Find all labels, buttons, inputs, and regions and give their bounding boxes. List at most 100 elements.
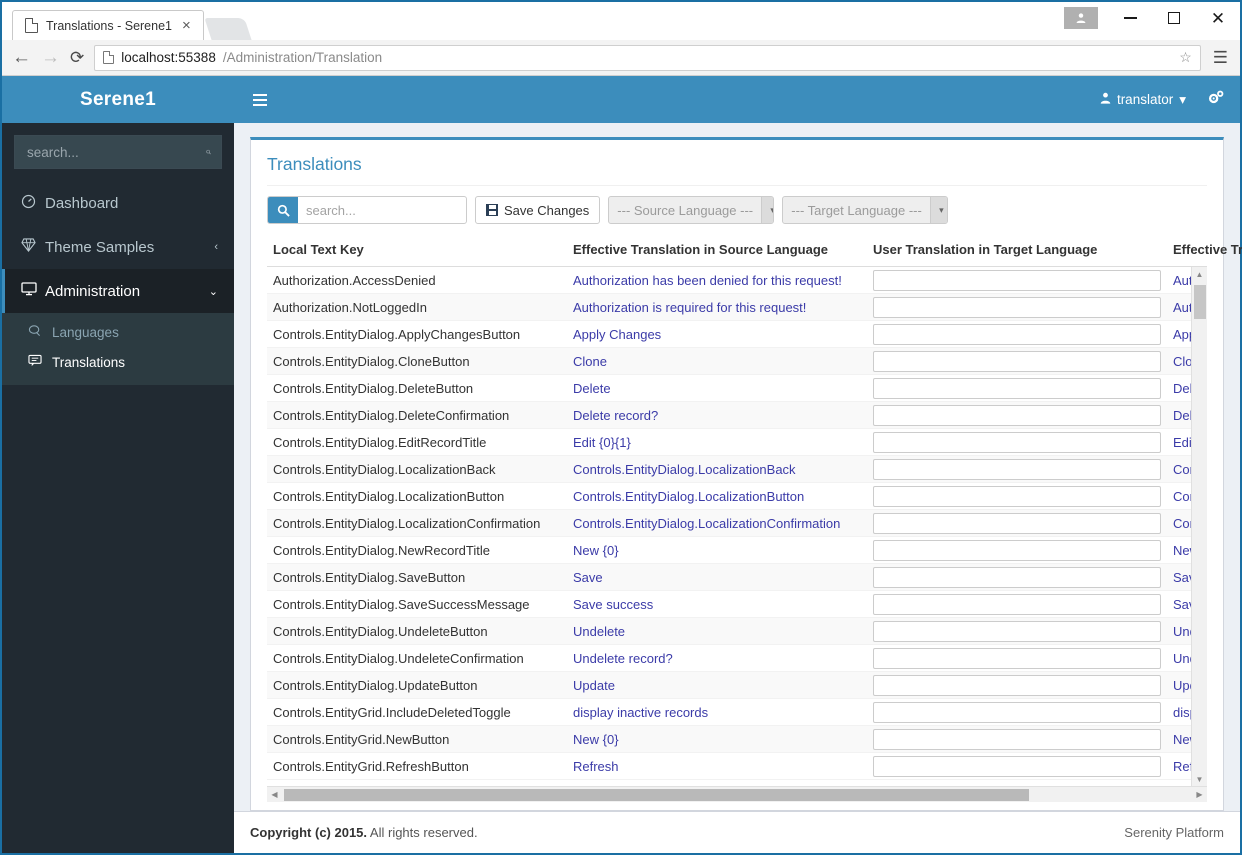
table-row[interactable]: Controls.EntityDialog.LocalizationConfir… xyxy=(267,510,1207,537)
user-translation-input[interactable] xyxy=(873,404,1161,426)
cell-user-translation[interactable] xyxy=(867,323,1167,345)
browser-tab-translations[interactable]: Translations - Serene1 × xyxy=(12,10,204,40)
cell-user-translation[interactable] xyxy=(867,566,1167,588)
user-translation-input[interactable] xyxy=(873,458,1161,480)
cell-user-translation[interactable] xyxy=(867,593,1167,615)
cell-user-translation[interactable] xyxy=(867,728,1167,750)
url-input[interactable]: localhost:55388/Administration/Translati… xyxy=(94,44,1201,71)
table-row[interactable]: Controls.EntityGrid.RefreshButton Refresh… xyxy=(267,753,1207,780)
table-row[interactable]: Controls.EntityDialog.LocalizationButton… xyxy=(267,483,1207,510)
user-translation-input[interactable] xyxy=(873,620,1161,642)
quick-search-box[interactable] xyxy=(267,196,467,224)
scroll-up-icon[interactable]: ▲ xyxy=(1196,267,1204,281)
user-translation-input[interactable] xyxy=(873,539,1161,561)
tab-close-icon[interactable]: × xyxy=(180,18,193,33)
vscroll-track[interactable] xyxy=(1192,281,1207,772)
user-translation-input[interactable] xyxy=(873,701,1161,723)
sidebar-toggle-icon[interactable] xyxy=(250,91,270,109)
column-header-effective-target[interactable]: Effective Translation in Target Language xyxy=(1167,234,1242,266)
table-row[interactable]: Controls.EntityDialog.DeleteConfirmation… xyxy=(267,402,1207,429)
user-translation-input[interactable] xyxy=(873,512,1161,534)
user-translation-input[interactable] xyxy=(873,728,1161,750)
bookmark-star-icon[interactable]: ☆ xyxy=(1179,49,1192,66)
cell-user-translation[interactable] xyxy=(867,458,1167,480)
sidebar-search-input[interactable] xyxy=(25,143,206,161)
vscroll-thumb[interactable] xyxy=(1194,285,1206,319)
sidebar-search-box[interactable] xyxy=(14,135,222,169)
save-changes-button[interactable]: Save Changes xyxy=(475,196,601,224)
back-icon[interactable]: ← xyxy=(12,48,31,67)
sidebar-item-administration[interactable]: Administration ⌄ xyxy=(2,269,234,313)
brand-logo[interactable]: Serene1 xyxy=(2,76,234,123)
table-row[interactable]: Controls.EntityDialog.NewRecordTitle New … xyxy=(267,537,1207,564)
browser-menu-icon[interactable]: ☰ xyxy=(1211,48,1230,68)
cell-user-translation[interactable] xyxy=(867,404,1167,426)
table-row[interactable]: Controls.EntityDialog.UpdateButton Update… xyxy=(267,672,1207,699)
window-minimize-button[interactable] xyxy=(1108,3,1152,33)
source-language-select[interactable]: --- Source Language --- ▾ xyxy=(608,196,775,224)
user-translation-input[interactable] xyxy=(873,350,1161,372)
search-icon[interactable] xyxy=(268,197,298,223)
user-translation-input[interactable] xyxy=(873,269,1161,291)
hscroll-thumb[interactable] xyxy=(284,789,1029,801)
user-translation-input[interactable] xyxy=(873,593,1161,615)
window-close-button[interactable]: ✕ xyxy=(1196,3,1240,33)
user-translation-input[interactable] xyxy=(873,566,1161,588)
table-row[interactable]: Controls.EntityDialog.DeleteButton Delete… xyxy=(267,375,1207,402)
cell-user-translation[interactable] xyxy=(867,755,1167,777)
cell-user-translation[interactable] xyxy=(867,377,1167,399)
user-translation-input[interactable] xyxy=(873,674,1161,696)
cell-user-translation[interactable] xyxy=(867,350,1167,372)
cell-user-translation[interactable] xyxy=(867,512,1167,534)
cell-user-translation[interactable] xyxy=(867,701,1167,723)
scroll-down-icon[interactable]: ▼ xyxy=(1196,772,1204,786)
sidebar-item-theme-samples[interactable]: Theme Samples ‹ xyxy=(2,225,234,269)
sidebar-item-languages[interactable]: Languages xyxy=(2,317,234,347)
cell-user-translation[interactable] xyxy=(867,296,1167,318)
user-translation-input[interactable] xyxy=(873,296,1161,318)
search-icon[interactable] xyxy=(206,145,211,159)
user-translation-input[interactable] xyxy=(873,755,1161,777)
settings-gears-icon[interactable] xyxy=(1208,90,1224,109)
new-tab-button[interactable] xyxy=(204,18,252,40)
table-row[interactable]: Controls.EntityDialog.LocalizationBack Co… xyxy=(267,456,1207,483)
sidebar-item-translations[interactable]: Translations xyxy=(2,347,234,377)
cell-user-translation[interactable] xyxy=(867,269,1167,291)
scroll-left-icon[interactable]: ◀ xyxy=(267,790,282,799)
user-translation-input[interactable] xyxy=(873,647,1161,669)
table-row[interactable]: Controls.EntityDialog.CloneButton Clone Cl… xyxy=(267,348,1207,375)
table-row[interactable]: Controls.EntityDialog.SaveButton Save Save xyxy=(267,564,1207,591)
table-row[interactable]: Controls.EntityGrid.NewButton New {0} New … xyxy=(267,726,1207,753)
reload-icon[interactable]: ⟳ xyxy=(70,49,84,66)
table-row[interactable]: Authorization.AccessDenied Authorization … xyxy=(267,267,1207,294)
profile-button[interactable] xyxy=(1064,7,1098,29)
chevron-down-icon[interactable]: ▾ xyxy=(929,197,948,223)
table-row[interactable]: Controls.EntityDialog.SaveSuccessMessage… xyxy=(267,591,1207,618)
user-translation-input[interactable] xyxy=(873,323,1161,345)
cell-user-translation[interactable] xyxy=(867,647,1167,669)
table-row[interactable]: Controls.EntityDialog.UndeleteButton Unde… xyxy=(267,618,1207,645)
hscroll-track[interactable] xyxy=(282,787,1192,802)
chevron-down-icon[interactable]: ▾ xyxy=(761,197,774,223)
user-menu-dropdown[interactable]: translator ▾ xyxy=(1100,92,1186,108)
user-translation-input[interactable] xyxy=(873,377,1161,399)
column-header-effective-source[interactable]: Effective Translation in Source Language xyxy=(567,234,867,266)
cell-user-translation[interactable] xyxy=(867,674,1167,696)
grid-vertical-scrollbar[interactable]: ▲ ▼ xyxy=(1191,267,1207,786)
grid-horizontal-scrollbar[interactable]: ◀ ▶ xyxy=(267,786,1207,802)
user-translation-input[interactable] xyxy=(873,431,1161,453)
cell-user-translation[interactable] xyxy=(867,431,1167,453)
column-header-local-text-key[interactable]: Local Text Key xyxy=(267,234,567,266)
sidebar-item-dashboard[interactable]: Dashboard xyxy=(2,181,234,225)
table-row[interactable]: Controls.EntityDialog.EditRecordTitle Edi… xyxy=(267,429,1207,456)
table-row[interactable]: Controls.EntityDialog.ApplyChangesButton… xyxy=(267,321,1207,348)
cell-user-translation[interactable] xyxy=(867,620,1167,642)
forward-icon[interactable]: → xyxy=(41,48,60,67)
target-language-select[interactable]: --- Target Language --- ▾ xyxy=(782,196,949,224)
user-translation-input[interactable] xyxy=(873,485,1161,507)
table-row[interactable]: Controls.EntityGrid.IncludeDeletedToggle… xyxy=(267,699,1207,726)
grid-search-input[interactable] xyxy=(298,202,466,218)
table-row[interactable]: Authorization.NotLoggedIn Authorization i… xyxy=(267,294,1207,321)
column-header-user-target[interactable]: User Translation in Target Language xyxy=(867,234,1167,266)
cell-user-translation[interactable] xyxy=(867,539,1167,561)
